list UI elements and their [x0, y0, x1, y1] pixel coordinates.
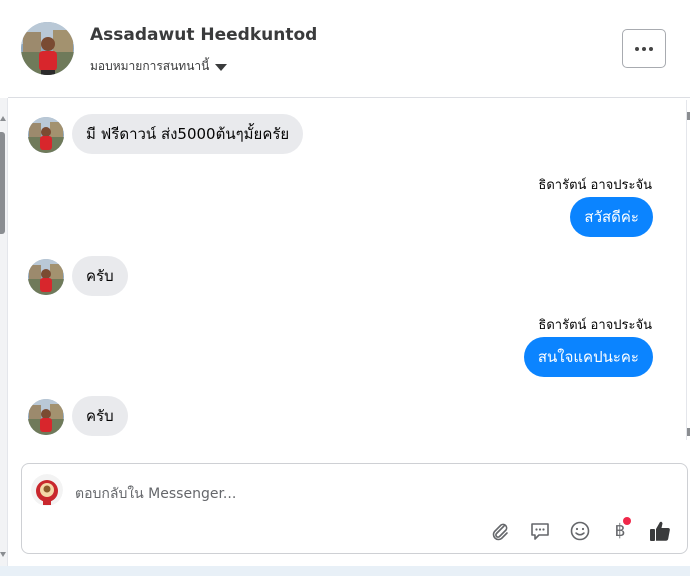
contact-avatar-small[interactable]: [28, 399, 64, 435]
bottom-edge: [0, 566, 690, 576]
reply-input[interactable]: ตอบกลับใน Messenger...: [75, 483, 236, 505]
sender-name: ธิดารัตน์ อาจประจัน: [538, 178, 652, 193]
caret-down-icon: [215, 64, 228, 71]
contact-avatar-small[interactable]: [28, 117, 64, 153]
scroll-up-arrow-icon[interactable]: [0, 116, 6, 121]
incoming-message[interactable]: ครับ: [72, 256, 128, 296]
paperclip-icon[interactable]: [485, 517, 515, 545]
notification-dot: [623, 517, 631, 525]
outgoing-message[interactable]: สวัสดีค่ะ: [570, 197, 653, 237]
emoji-icon[interactable]: [565, 517, 595, 545]
conversation-header: Assadawut Heedkuntod มอบหมายการสนทนานี้: [8, 0, 690, 98]
incoming-message[interactable]: ครับ: [72, 396, 128, 436]
contact-avatar-small[interactable]: [28, 259, 64, 295]
saved-reply-icon[interactable]: [525, 517, 555, 545]
composer-toolbar: ฿: [485, 517, 675, 545]
messenger-conversation-panel: Assadawut Heedkuntod มอบหมายการสนทนานี้ …: [0, 0, 690, 576]
assign-conversation-label: มอบหมายการสนทนานี้: [90, 59, 210, 73]
sender-name: ธิดารัตน์ อาจประจัน: [538, 318, 652, 333]
contact-name[interactable]: Assadawut Heedkuntod: [90, 25, 317, 45]
right-frame-edge: [686, 100, 690, 440]
scrollbar-thumb[interactable]: [0, 132, 5, 234]
contact-avatar[interactable]: [21, 22, 74, 75]
assign-conversation-dropdown[interactable]: มอบหมายการสนทนานี้: [90, 57, 228, 76]
outgoing-message[interactable]: สนใจแคปนะคะ: [523, 337, 653, 377]
scroll-down-arrow-icon[interactable]: [0, 552, 6, 557]
thumbs-up-icon[interactable]: [645, 517, 675, 545]
reply-composer[interactable]: ตอบกลับใน Messenger... ฿: [21, 463, 688, 554]
more-dots-icon: [635, 46, 639, 51]
baht-icon[interactable]: ฿: [605, 517, 635, 545]
page-avatar: [31, 474, 63, 506]
more-options-button[interactable]: [622, 29, 666, 68]
incoming-message[interactable]: มี ฟรีดาวน์ ส่ง5000ต้นๆมั้ยครัย: [72, 114, 304, 154]
